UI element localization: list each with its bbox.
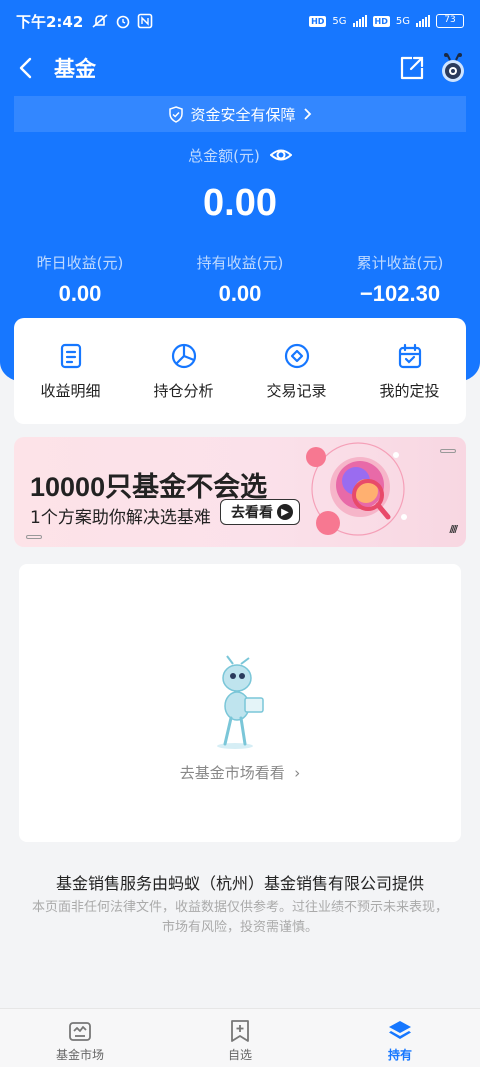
signal-icon — [416, 15, 430, 27]
tab-watchlist[interactable]: 自选 — [160, 1009, 320, 1067]
fund-safety-banner[interactable]: 资金安全有保障 — [14, 96, 466, 132]
stat-label: 持有收益(元) — [196, 254, 284, 272]
add-bookmark-icon — [231, 1020, 249, 1042]
status-bar: 下午2:42 HD 5G HD 5G 73 — [0, 0, 480, 42]
action-position-analysis[interactable]: 持仓分析 — [127, 342, 240, 401]
calendar-icon — [398, 343, 421, 368]
safety-text: 资金安全有保障 — [190, 105, 296, 124]
banner-indicator — [26, 535, 42, 539]
tab-label: 持有 — [387, 1048, 412, 1062]
go-fund-market-label: 去基金市场看看 — [179, 764, 285, 782]
chevron-right-icon: › — [289, 764, 301, 782]
pie-chart-icon — [171, 343, 196, 368]
stat-yesterday: 昨日收益(元) 0.00 — [0, 252, 160, 307]
hd-badge: HD — [309, 15, 327, 27]
tab-label: 自选 — [227, 1048, 252, 1062]
layers-icon — [389, 1021, 411, 1039]
provider-statement: 基金销售服务由蚂蚁（杭州）基金销售有限公司提供 — [55, 874, 424, 893]
promo-banner[interactable]: 10000只基金不会选 1个方案助你解决选基难 去看看 ▶ //// — [14, 437, 466, 547]
magnifier-orb-illustration — [306, 442, 407, 536]
signal-icon — [352, 15, 367, 27]
document-icon — [60, 343, 81, 368]
status-time: 下午2:42 — [16, 12, 84, 31]
exchange-icon — [284, 343, 309, 368]
battery-icon: 73 — [436, 14, 464, 28]
banner-cta-button[interactable]: 去看看 ▶ — [220, 499, 300, 525]
network-label: 5G — [395, 15, 410, 27]
action-label: 收益明细 — [40, 381, 101, 400]
banner-decoration: //// — [449, 524, 457, 535]
stat-value: −102.30 — [359, 281, 441, 306]
action-label: 持仓分析 — [153, 381, 214, 400]
stat-holding: 持有收益(元) 0.00 — [160, 252, 320, 307]
share-icon[interactable] — [398, 54, 426, 82]
eye-icon[interactable] — [269, 144, 292, 166]
tab-label: 基金市场 — [55, 1048, 104, 1062]
banner-cta-label: 去看看 — [231, 505, 273, 521]
stat-label: 昨日收益(元) — [36, 254, 124, 272]
network-label: 5G — [332, 15, 347, 27]
action-transaction-records[interactable]: 交易记录 — [240, 342, 353, 401]
disclaimer-line: 市场有风险，投资需谨慎。 — [161, 920, 318, 935]
action-label: 我的定投 — [379, 381, 440, 400]
action-label: 交易记录 — [266, 381, 327, 400]
stat-cumulative: 累计收益(元) −102.30 — [320, 252, 480, 307]
action-my-investment-plan[interactable]: 我的定投 — [353, 342, 466, 401]
total-amount-label: 总金额(元) — [188, 146, 260, 165]
ant-reading-illustration — [217, 655, 264, 749]
nfc-icon — [138, 13, 153, 29]
chevron-left-icon — [19, 57, 32, 79]
disclaimer-line: 本页面非任何法律文件，收益数据仅供参考。过往业绩不预示未来表现， — [31, 900, 448, 915]
market-icon — [69, 1022, 91, 1041]
stat-label: 累计收益(元) — [356, 254, 444, 272]
shield-check-icon — [169, 105, 184, 123]
banner-indicator — [440, 449, 456, 453]
holdings-empty-card: 去基金市场看看 › — [19, 564, 461, 842]
total-amount-value: 0.00 — [203, 182, 277, 224]
quick-actions-card: 收益明细 持仓分析 交易记录 我的定投 — [14, 318, 466, 424]
hd-badge: HD — [372, 15, 390, 27]
nav-bar: 基金 — [0, 44, 480, 92]
alarm-clock-icon — [117, 15, 130, 29]
earnings-stats: 昨日收益(元) 0.00 持有收益(元) 0.00 累计收益(元) −102.3… — [0, 252, 480, 307]
banner-subtitle: 1个方案助你解决选基难 — [30, 508, 211, 528]
action-earnings-detail[interactable]: 收益明细 — [14, 342, 127, 401]
back-button[interactable] — [2, 44, 50, 92]
stat-value: 0.00 — [218, 281, 262, 306]
chevron-right-icon — [303, 108, 311, 120]
tab-holdings[interactable]: 持有 — [320, 1009, 480, 1067]
mute-bell-icon — [92, 14, 108, 28]
assistant-robot-icon[interactable] — [438, 52, 468, 84]
arrow-right-icon: ▶ — [277, 504, 293, 520]
bottom-tab-bar: 基金市场 自选 持有 — [0, 1008, 480, 1067]
tab-fund-market[interactable]: 基金市场 — [0, 1009, 160, 1067]
disclaimer: 本页面非任何法律文件，收益数据仅供参考。过往业绩不预示未来表现， 市场有风险，投… — [16, 898, 464, 938]
go-fund-market-link[interactable]: 去基金市场看看 › — [19, 762, 461, 783]
stat-value: 0.00 — [58, 281, 102, 306]
page-title: 基金 — [54, 57, 96, 81]
